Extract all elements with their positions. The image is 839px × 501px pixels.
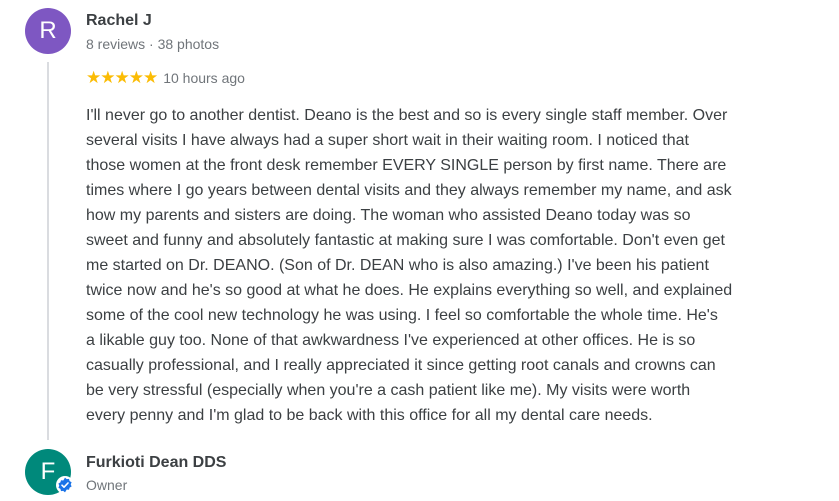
verified-check-icon	[56, 476, 74, 494]
review-text-line: me started on Dr. DEANO. (Son of Dr. DEA…	[86, 257, 709, 274]
owner-avatar-initial: F	[40, 458, 56, 485]
review-text-line: how my parents and sisters are doing. Th…	[86, 207, 691, 224]
reviewer-name[interactable]: Rachel J	[86, 12, 152, 30]
owner-name[interactable]: Furkioti Dean DDS	[86, 454, 226, 472]
review-text-line: sweet and funny and absolutely fantastic…	[86, 232, 725, 249]
review-text-line: some of the cool new technology he was u…	[86, 307, 718, 324]
reviewer-avatar[interactable]: R	[25, 8, 71, 54]
review-text-line: casually professional, and I really appr…	[86, 357, 716, 374]
review-text-line: I'll never go to another dentist. Deano …	[86, 107, 728, 124]
thread-divider	[47, 62, 49, 440]
reviewer-avatar-initial: R	[39, 17, 57, 44]
review-text-line: times where I go years between dental vi…	[86, 182, 732, 199]
review-text-line: be very stressful (especially when you'r…	[86, 382, 691, 399]
review-text-line: several visits I have always had a super…	[86, 132, 689, 149]
reviewer-meta: 8 reviews · 38 photos	[86, 36, 220, 52]
review-rating-row: ★★★★★ 10 hours ago	[86, 68, 245, 88]
star-rating-icon: ★★★★★	[86, 68, 158, 87]
review-thread: R Rachel J 8 reviews · 38 photos ★★★★★ 1…	[0, 0, 839, 501]
review-text-line: every penny and I'm glad to be back with…	[86, 407, 653, 424]
review-text-line: those women at the front desk remember E…	[86, 157, 727, 174]
review-timestamp: 10 hours ago	[163, 70, 245, 86]
owner-role: Owner	[86, 477, 128, 493]
review-text-line: twice now and he's so good at what he do…	[86, 282, 733, 299]
review-text-line: a likable guy too. None of that awkwardn…	[86, 332, 696, 349]
review-text: I'll never go to another dentist. Deano …	[86, 103, 816, 428]
